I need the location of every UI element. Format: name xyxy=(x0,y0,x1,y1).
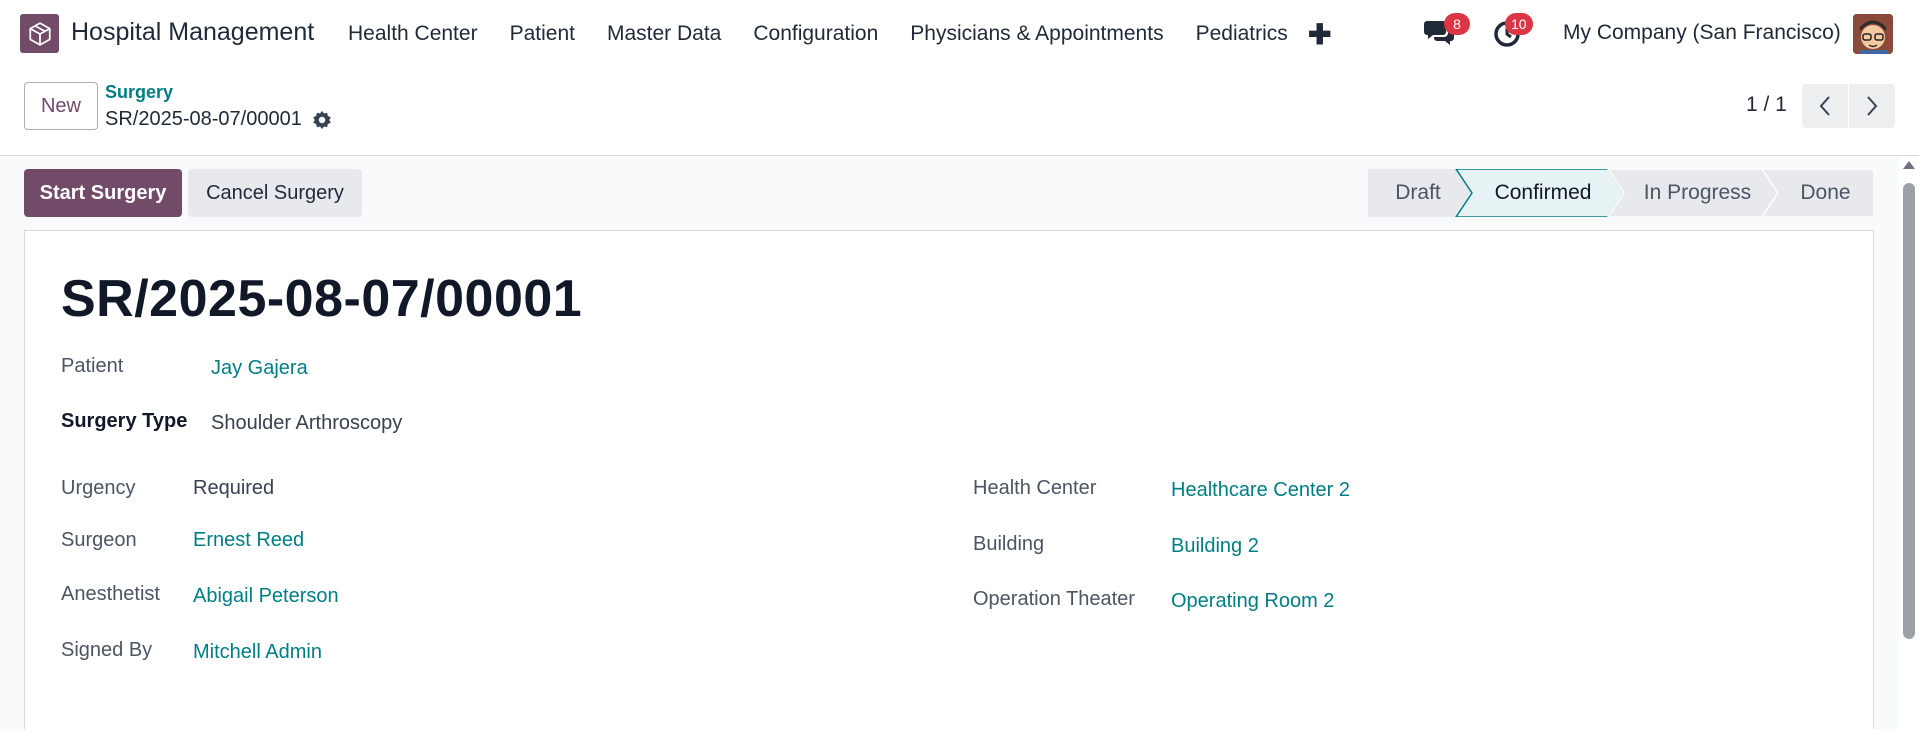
anesthetist-label: Anesthetist xyxy=(61,583,160,605)
patient-label: Patient xyxy=(61,355,124,377)
messages-button[interactable]: 8 xyxy=(1423,13,1470,50)
menu-physicians-appointments[interactable]: Physicians & Appointments xyxy=(910,22,1163,46)
signed-by-label: Signed By xyxy=(61,639,153,661)
app-name[interactable]: Hospital Management xyxy=(71,18,314,47)
breadcrumb-current: SR/2025-08-07/00001 xyxy=(105,108,332,131)
menu-patient[interactable]: Patient xyxy=(510,22,575,46)
pager-value[interactable]: 1 / 1 xyxy=(1746,93,1787,117)
cancel-surgery-button[interactable]: Cancel Surgery xyxy=(188,169,362,217)
patient-field[interactable]: Jay Gajera xyxy=(211,357,308,380)
new-button[interactable]: New xyxy=(24,82,98,130)
record-title: SR/2025-08-07/00001 xyxy=(61,270,583,328)
record-name: SR/2025-08-07/00001 xyxy=(105,108,302,130)
pager-next-button[interactable] xyxy=(1849,84,1895,128)
plus-icon[interactable]: ✚ xyxy=(1308,18,1331,51)
main-menu: Health Center Patient Master Data Config… xyxy=(348,0,1320,68)
stage-done[interactable]: Done xyxy=(1773,169,1878,217)
scroll-up-arrow-icon[interactable] xyxy=(1903,161,1915,169)
vertical-scrollbar[interactable] xyxy=(1899,157,1919,729)
breadcrumb-surgery[interactable]: Surgery xyxy=(105,82,173,103)
messages-badge: 8 xyxy=(1444,13,1470,35)
activities-button[interactable]: 10 xyxy=(1492,13,1533,50)
signed-by-field[interactable]: Mitchell Admin xyxy=(193,641,322,664)
surgery-type-label: Surgery Type xyxy=(61,410,188,432)
building-label: Building xyxy=(973,533,1045,555)
building-field[interactable]: Building 2 xyxy=(1171,535,1259,558)
control-panel: New Surgery SR/2025-08-07/00001 1 / 1 xyxy=(0,68,1919,156)
health-center-label: Health Center xyxy=(973,477,1097,499)
urgency-field[interactable]: Required xyxy=(193,477,274,500)
health-center-field[interactable]: Healthcare Center 2 xyxy=(1171,479,1350,502)
surgeon-field[interactable]: Ernest Reed xyxy=(193,529,304,552)
form-sheet: SR/2025-08-07/00001 Patient Jay Gajera S… xyxy=(24,230,1874,729)
chevron-left-icon xyxy=(1819,96,1830,116)
stage-draft[interactable]: Draft xyxy=(1368,169,1468,217)
chevron-right-icon xyxy=(1867,96,1878,116)
pager-previous-button[interactable] xyxy=(1802,84,1848,128)
menu-configuration[interactable]: Configuration xyxy=(753,22,878,46)
menu-master-data[interactable]: Master Data xyxy=(607,22,721,46)
operation-theater-label: Operation Theater xyxy=(973,588,1135,610)
urgency-label: Urgency xyxy=(61,477,136,499)
status-bar: Draft Confirmed In Progress Done xyxy=(1368,169,1874,217)
scroll-thumb[interactable] xyxy=(1903,183,1915,639)
company-switcher[interactable]: My Company (San Francisco) xyxy=(1563,21,1841,45)
menu-health-center[interactable]: Health Center xyxy=(348,22,478,46)
top-navbar: Hospital Management Health Center Patien… xyxy=(0,0,1919,68)
surgeon-label: Surgeon xyxy=(61,529,137,551)
menu-pediatrics[interactable]: Pediatrics xyxy=(1196,22,1288,46)
app-logo-icon[interactable] xyxy=(20,14,59,53)
start-surgery-button[interactable]: Start Surgery xyxy=(24,169,182,217)
activities-badge: 10 xyxy=(1505,13,1533,35)
stage-in-progress[interactable]: In Progress xyxy=(1620,169,1775,217)
anesthetist-field[interactable]: Abigail Peterson xyxy=(193,585,339,608)
operation-theater-field[interactable]: Operating Room 2 xyxy=(1171,590,1334,613)
gear-icon[interactable] xyxy=(312,110,332,130)
stage-confirmed[interactable]: Confirmed xyxy=(1468,169,1618,217)
box-icon xyxy=(28,21,51,46)
surgery-type-field[interactable]: Shoulder Arthroscopy xyxy=(211,412,402,435)
user-avatar[interactable] xyxy=(1853,14,1893,54)
form-view: Start Surgery Cancel Surgery Draft Confi… xyxy=(0,157,1919,729)
